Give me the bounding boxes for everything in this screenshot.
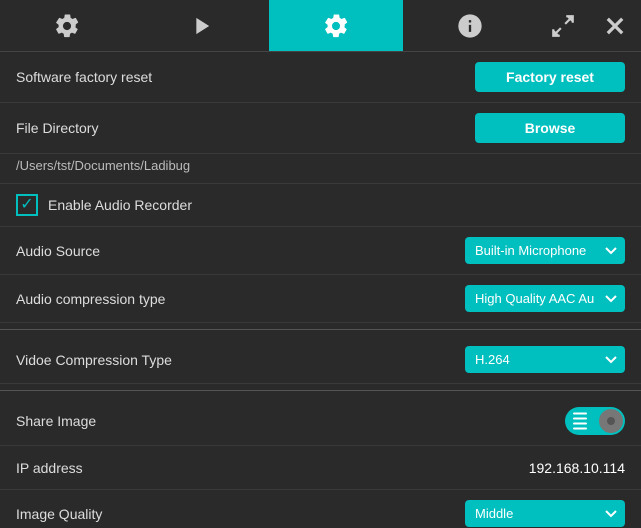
share-image-row: Share Image bbox=[0, 397, 641, 446]
expand-icon bbox=[550, 13, 576, 39]
toggle-knob bbox=[599, 409, 623, 433]
enable-audio-recorder-row[interactable]: ✓ Enable Audio Recorder bbox=[0, 184, 641, 227]
image-quality-row: Image Quality High Middle Low bbox=[0, 490, 641, 528]
video-icon bbox=[187, 12, 215, 40]
image-quality-select[interactable]: High Middle Low bbox=[465, 500, 625, 527]
factory-reset-row: Software factory reset Factory reset bbox=[0, 52, 641, 103]
divider-1 bbox=[0, 329, 641, 330]
gear-icon bbox=[322, 12, 350, 40]
audio-compression-row: Audio compression type High Quality AAC … bbox=[0, 275, 641, 323]
toggle-line-3 bbox=[573, 423, 587, 425]
file-path-row: /Users/tst/Documents/Ladibug bbox=[0, 154, 641, 184]
video-compression-select[interactable]: H.264 H.265 MJPEG bbox=[465, 346, 625, 373]
ip-address-value: 192.168.10.114 bbox=[529, 460, 625, 476]
nav-right-controls bbox=[537, 0, 641, 51]
factory-reset-button[interactable]: Factory reset bbox=[475, 62, 625, 92]
audio-source-label: Audio Source bbox=[16, 243, 100, 259]
close-button[interactable] bbox=[589, 0, 641, 51]
browse-button[interactable]: Browse bbox=[475, 113, 625, 143]
audio-compression-select[interactable]: High Quality AAC Au Low Quality AAC MP3 bbox=[465, 285, 625, 312]
toggle-line-2 bbox=[573, 418, 587, 420]
file-path-value: /Users/tst/Documents/Ladibug bbox=[16, 158, 190, 173]
tab-settings[interactable] bbox=[269, 0, 403, 51]
ip-address-row: IP address 192.168.10.114 bbox=[0, 446, 641, 490]
audio-recorder-checkbox[interactable]: ✓ bbox=[16, 194, 38, 216]
nav-bar bbox=[0, 0, 641, 52]
settings-content: Software factory reset Factory reset Fil… bbox=[0, 52, 641, 528]
camera-icon bbox=[53, 12, 81, 40]
tab-video[interactable] bbox=[134, 0, 268, 51]
audio-source-row: Audio Source Built-in Microphone Externa… bbox=[0, 227, 641, 275]
tab-info[interactable] bbox=[403, 0, 537, 51]
toggle-line-1 bbox=[573, 413, 587, 415]
share-image-label: Share Image bbox=[16, 413, 96, 429]
image-quality-label: Image Quality bbox=[16, 506, 102, 522]
toggle-lines bbox=[573, 413, 587, 430]
tab-camera[interactable] bbox=[0, 0, 134, 51]
expand-button[interactable] bbox=[537, 0, 589, 51]
enable-audio-recorder-label: Enable Audio Recorder bbox=[48, 197, 192, 213]
audio-compression-label: Audio compression type bbox=[16, 291, 165, 307]
file-directory-label: File Directory bbox=[16, 120, 98, 136]
divider-2 bbox=[0, 390, 641, 391]
ip-address-label: IP address bbox=[16, 460, 83, 476]
info-icon bbox=[456, 12, 484, 40]
toggle-dot bbox=[607, 417, 615, 425]
toggle-line-4 bbox=[573, 428, 587, 430]
video-compression-label: Vidoe Compression Type bbox=[16, 352, 172, 368]
audio-source-select[interactable]: Built-in Microphone External Microphone … bbox=[465, 237, 625, 264]
checkmark-icon: ✓ bbox=[20, 197, 33, 213]
factory-reset-label: Software factory reset bbox=[16, 69, 152, 85]
close-icon bbox=[602, 13, 628, 39]
video-compression-row: Vidoe Compression Type H.264 H.265 MJPEG bbox=[0, 336, 641, 384]
file-directory-row: File Directory Browse bbox=[0, 103, 641, 154]
share-image-toggle[interactable] bbox=[565, 407, 625, 435]
